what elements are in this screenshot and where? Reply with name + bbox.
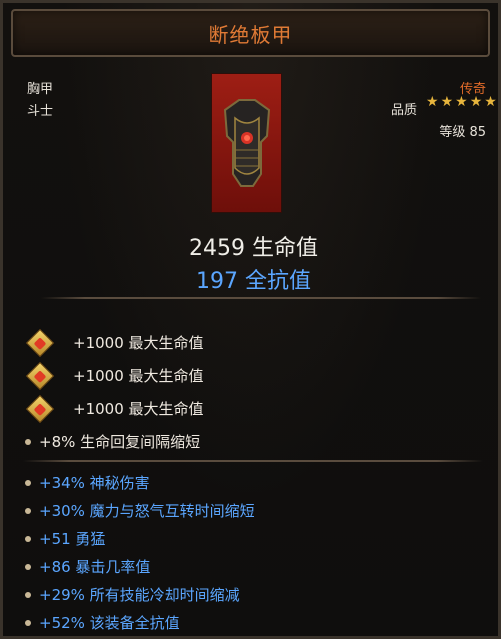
affix-text: +86 暴击几率值 (39, 558, 151, 576)
quality-stars: ★ ★ ★ ★ ★ (426, 95, 497, 109)
socketed-gem: +1000 最大生命值 (25, 394, 204, 423)
chest-armor-icon (211, 73, 282, 213)
item-class: 斗士 (27, 104, 54, 119)
star-icon: ★ (455, 94, 468, 110)
affix-text: +29% 所有技能冷却时间缩减 (39, 586, 240, 604)
bullet-icon (25, 507, 31, 514)
item-tooltip: 断绝板甲 胸甲 斗士 传奇 品质 ★ ★ ★ ★ ★ 等级 85 2459 生命… (0, 0, 501, 639)
life-stat: 2459 生命值 (189, 236, 318, 261)
affix: +29% 所有技能冷却时间缩减 (25, 584, 240, 605)
affix-text: +52% 该装备全抗值 (39, 614, 180, 632)
affix-text: +51 勇猛 (39, 530, 106, 548)
socketed-gem: +1000 最大生命值 (25, 361, 204, 390)
ruby-gem-icon (25, 328, 55, 357)
star-icon: ★ (469, 94, 483, 110)
implicit-stat: +8% 生命回复间隔缩短 (25, 431, 200, 452)
bullet-icon (25, 563, 31, 570)
implicit-stat-text: +8% 生命回复间隔缩短 (39, 433, 201, 451)
affix: +30% 魔力与怒气互转时间缩短 (25, 500, 255, 521)
affix: +34% 神秘伤害 (25, 472, 150, 493)
affix: +52% 该装备全抗值 (25, 612, 180, 633)
bullet-icon (25, 591, 31, 598)
affix-text: +34% 神秘伤害 (39, 474, 150, 492)
gem-bonus-text: +1000 最大生命值 (73, 334, 204, 352)
ruby-gem-icon (25, 361, 55, 390)
item-name: 断绝板甲 (208, 22, 293, 47)
item-slot: 胸甲 (27, 82, 54, 97)
affix: +51 勇猛 (25, 528, 105, 549)
ruby-gem-icon (25, 394, 55, 423)
bullet-icon (25, 535, 31, 542)
socketed-gem: +1000 最大生命值 (25, 328, 204, 357)
affix-text: +30% 魔力与怒气互转时间缩短 (39, 502, 255, 520)
quality-label: 品质 (391, 103, 418, 118)
gem-bonus-text: +1000 最大生命值 (73, 367, 204, 385)
affix: +86 暴击几率值 (25, 556, 150, 577)
star-icon: ★ (484, 94, 497, 110)
divider (23, 460, 483, 462)
item-level: 等级 85 (439, 125, 486, 140)
star-icon: ★ (426, 94, 439, 110)
star-icon: ★ (440, 94, 454, 110)
bullet-icon (25, 479, 31, 486)
armor-image (223, 99, 270, 187)
bullet-icon (25, 438, 31, 445)
item-title-bar: 断绝板甲 (11, 9, 490, 57)
resist-stat: 197 全抗值 (196, 269, 311, 294)
gem-bonus-text: +1000 最大生命值 (73, 400, 204, 418)
divider (41, 297, 481, 299)
bullet-icon (25, 619, 31, 626)
